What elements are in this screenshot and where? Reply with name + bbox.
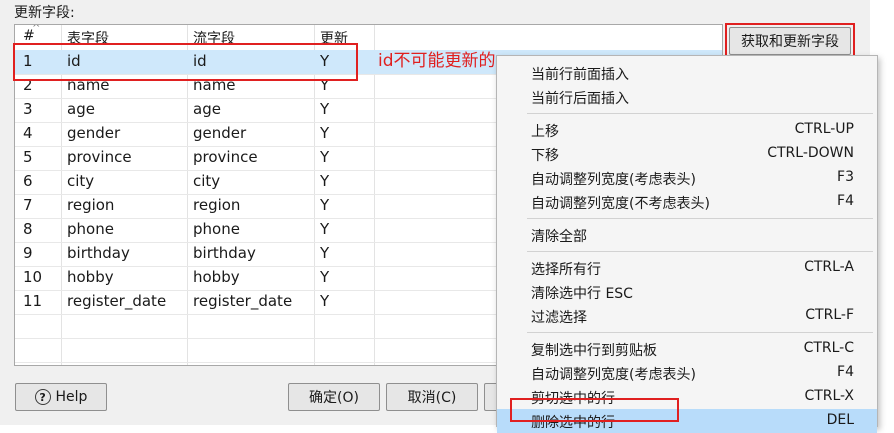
- cell-update: Y: [320, 292, 330, 310]
- cell-update: Y: [320, 172, 330, 190]
- menu-item-shortcut: F4: [837, 364, 854, 380]
- cell-table-field: hobby: [67, 268, 114, 286]
- menu-item-shortcut: CTRL-X: [804, 388, 854, 404]
- annotation-text: id不可能更新的: [378, 51, 496, 71]
- annotation-box-delete-item: [510, 398, 679, 422]
- menu-item-label: 选择所有行: [531, 262, 601, 278]
- menu-item-shortcut: CTRL-UP: [794, 121, 854, 137]
- menu-separator: [527, 332, 873, 333]
- menu-item-label: 当前行后面插入: [531, 91, 629, 107]
- cell-index: 10: [23, 268, 43, 286]
- menu-item-label: 自动调整列宽度(考虑表头): [531, 367, 696, 383]
- annotation-box-id-row: [13, 43, 358, 81]
- cell-table-field: gender: [67, 124, 121, 142]
- menu-item-shortcut: F4: [837, 193, 854, 209]
- menu-item[interactable]: 清除全部: [497, 223, 877, 247]
- cell-update: Y: [320, 220, 330, 238]
- cancel-button[interactable]: 取消(C): [386, 383, 478, 411]
- cell-table-field: phone: [67, 220, 114, 238]
- cell-stream-field: gender: [193, 124, 247, 142]
- cell-stream-field: phone: [193, 220, 240, 238]
- menu-item-label: 上移: [531, 124, 559, 140]
- menu-separator: [527, 218, 873, 219]
- cell-table-field: city: [67, 172, 95, 190]
- menu-item-label: 自动调整列宽度(不考虑表头): [531, 196, 710, 212]
- cell-update: Y: [320, 124, 330, 142]
- cell-table-field: birthday: [67, 244, 130, 262]
- cell-index: 5: [23, 148, 33, 166]
- menu-item[interactable]: 过滤选择 CTRL-F: [497, 304, 877, 328]
- cell-update: Y: [320, 100, 330, 118]
- cell-index: 9: [23, 244, 33, 262]
- cell-stream-field: province: [193, 148, 258, 166]
- menu-item-shortcut: CTRL-A: [804, 259, 854, 275]
- cell-stream-field: register_date: [193, 292, 293, 310]
- menu-item[interactable]: 上移 CTRL-UP: [497, 118, 877, 142]
- cell-stream-field: region: [193, 196, 241, 214]
- cell-update: Y: [320, 244, 330, 262]
- cell-update: Y: [320, 196, 330, 214]
- cell-index: 6: [23, 172, 33, 190]
- menu-item-label: 复制选中行到剪贴板: [531, 343, 657, 359]
- menu-item-label: 清除全部: [531, 229, 587, 245]
- menu-item[interactable]: 自动调整列宽度(考虑表头) F3: [497, 166, 877, 190]
- cell-stream-field: hobby: [193, 268, 240, 286]
- menu-item[interactable]: 当前行前面插入: [497, 61, 877, 85]
- help-icon: ?: [34, 389, 51, 405]
- menu-item[interactable]: 自动调整列宽度(考虑表头) F4: [497, 361, 877, 385]
- ok-button[interactable]: 确定(O): [288, 383, 380, 411]
- menu-item[interactable]: 清除选中行 ESC: [497, 280, 877, 304]
- cell-index: 4: [23, 124, 33, 142]
- context-menu: 当前行前面插入 当前行后面插入 上移 CTRL-UP 下移 CTRL-DOWN 自动调整列宽…: [496, 55, 878, 433]
- menu-separator: [527, 113, 873, 114]
- cell-index: 7: [23, 196, 33, 214]
- cell-update: Y: [320, 268, 330, 286]
- cell-index: 8: [23, 220, 33, 238]
- menu-item[interactable]: 自动调整列宽度(不考虑表头) F4: [497, 190, 877, 214]
- help-button[interactable]: ? Help: [15, 383, 107, 411]
- menu-item-label: 当前行前面插入: [531, 67, 629, 83]
- menu-item[interactable]: 复制选中行到剪贴板 CTRL-C: [497, 337, 877, 361]
- help-label: Help: [55, 389, 88, 405]
- menu-item[interactable]: 当前行后面插入: [497, 85, 877, 109]
- menu-item-label: 自动调整列宽度(考虑表头): [531, 172, 696, 188]
- menu-item-label: 清除选中行 ESC: [531, 286, 633, 302]
- cell-stream-field: city: [193, 172, 221, 190]
- cell-stream-field: birthday: [193, 244, 256, 262]
- cell-table-field: register_date: [67, 292, 167, 310]
- cell-update: Y: [320, 148, 330, 166]
- cell-table-field: region: [67, 196, 115, 214]
- menu-item[interactable]: 选择所有行 CTRL-A: [497, 256, 877, 280]
- menu-item-label: 过滤选择: [531, 310, 587, 326]
- cell-index: 3: [23, 100, 33, 118]
- column-header-index[interactable]: #: [23, 28, 35, 44]
- menu-item-shortcut: CTRL-C: [803, 340, 854, 356]
- menu-separator: [527, 251, 873, 252]
- menu-item-label: 下移: [531, 148, 559, 164]
- cancel-label: 取消(C): [407, 390, 457, 406]
- cell-table-field: age: [67, 100, 95, 118]
- cell-table-field: province: [67, 148, 132, 166]
- menu-item-shortcut: CTRL-DOWN: [767, 145, 854, 161]
- cell-index: 11: [23, 292, 43, 310]
- ok-label: 确定(O): [309, 390, 359, 406]
- section-label: 更新字段:: [14, 5, 75, 21]
- cell-stream-field: age: [193, 100, 221, 118]
- menu-item[interactable]: 下移 CTRL-DOWN: [497, 142, 877, 166]
- menu-item-shortcut: DEL: [826, 412, 854, 428]
- menu-item-shortcut: CTRL-F: [805, 307, 854, 323]
- menu-item-shortcut: F3: [837, 169, 854, 185]
